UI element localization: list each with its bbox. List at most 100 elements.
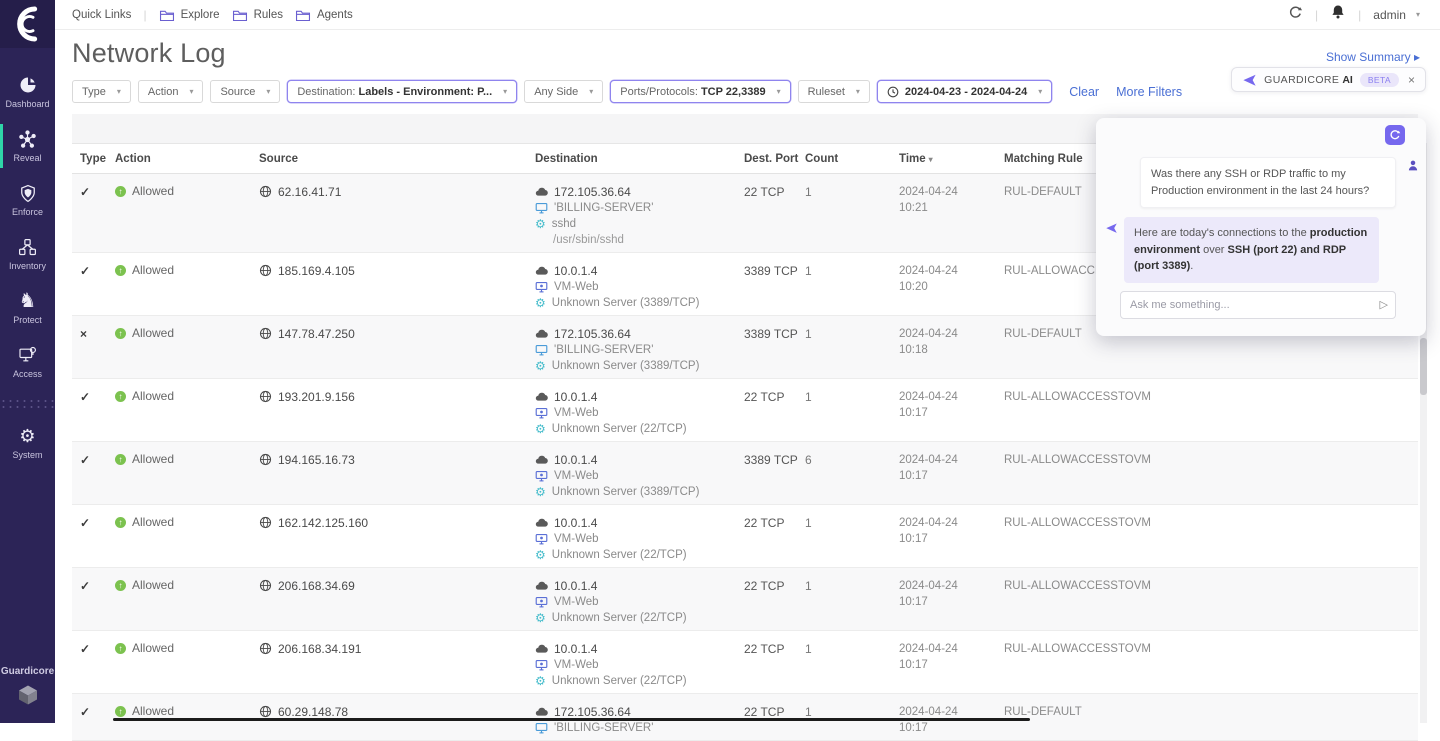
filter-ports-protocols[interactable]: Ports/Protocols: TCP 22,3389 ▾ [610, 80, 790, 103]
refresh-icon [1288, 5, 1303, 20]
dest-ip-line: 10.0.1.4 [535, 452, 744, 468]
col-header-time[interactable]: Time▾ [899, 153, 1004, 165]
filter-label: Ports/Protocols: TCP 22,3389 [620, 86, 765, 98]
action-label: Allowed [132, 704, 174, 718]
type-mark: ✓ [80, 704, 115, 736]
globe-icon [259, 390, 272, 403]
process-gear-icon: ⚙ [535, 297, 546, 309]
allowed-icon: ↑ [115, 265, 126, 276]
sidebar-item-system[interactable]: ⚙ System [0, 425, 55, 460]
sidebar-item-dashboard[interactable]: Dashboard [0, 74, 55, 109]
source-ip: 185.169.4.105 [278, 263, 355, 279]
time-date: 2024-04-24 [899, 641, 1004, 657]
globe-icon [259, 642, 272, 655]
dest-host-icon [535, 281, 548, 293]
ai-chat-input[interactable] [1120, 291, 1396, 319]
time-clock: 10:17 [899, 594, 1004, 610]
close-icon[interactable]: × [1408, 73, 1415, 87]
time-date: 2024-04-24 [899, 389, 1004, 405]
action-cell: ↑ Allowed [115, 641, 259, 689]
process-gear-icon: ⚙ [535, 486, 546, 498]
refresh-button[interactable] [1288, 5, 1303, 25]
dest-port-cell: 22 TCP [744, 515, 805, 563]
filter-date-range[interactable]: 2024-04-23 - 2024-04-24 ▾ [877, 80, 1052, 103]
sidebar-item-reveal[interactable]: Reveal [0, 128, 55, 163]
col-header-destination[interactable]: Destination [535, 153, 744, 165]
send-icon[interactable]: ▷ [1380, 298, 1388, 311]
filter-any-side[interactable]: Any Side▾ [524, 80, 603, 103]
nav-rules[interactable]: Rules [232, 9, 283, 21]
source-ip: 147.78.47.250 [278, 326, 355, 342]
more-filters-link[interactable]: More Filters [1116, 85, 1182, 99]
allowed-icon: ↑ [115, 580, 126, 591]
sidebar-item-inventory[interactable]: Inventory [0, 236, 55, 271]
restart-icon [1389, 129, 1401, 141]
chevron-down-icon: ▾ [503, 87, 507, 96]
notifications-button[interactable] [1330, 4, 1346, 25]
table-row[interactable]: ✓ ↑ Allowed 193.201.9.156 10.0.1.4 [72, 379, 1418, 442]
col-header-source[interactable]: Source [259, 153, 535, 165]
dest-host-line: VM-Web [535, 468, 744, 484]
guardicore-ai-badge[interactable]: GUARDICORE AI BETA × [1231, 67, 1426, 92]
process-gear-icon: ⚙ [535, 675, 546, 687]
filter-destination[interactable]: Destination: Labels - Environment: P... … [287, 80, 517, 103]
dest-process-label: Unknown Server (3389/TCP) [552, 486, 700, 498]
source-ip: 62.16.41.71 [278, 184, 341, 200]
col-header-action[interactable]: Action [115, 153, 259, 165]
dest-ip: 10.0.1.4 [554, 642, 597, 656]
table-row[interactable]: ✓ ↑ Allowed 194.165.16.73 10.0.1.4 [72, 442, 1418, 505]
dest-host-icon [535, 533, 548, 545]
dest-host-icon [535, 722, 548, 734]
nav-explore[interactable]: Explore [159, 9, 220, 21]
col-header-dest-port[interactable]: Dest. Port [744, 153, 805, 165]
globe-icon [259, 185, 272, 198]
filter-ruleset[interactable]: Ruleset▾ [798, 80, 870, 103]
table-row[interactable]: ✓ ↑ Allowed 206.168.34.69 10.0.1.4 [72, 568, 1418, 631]
sidebar-item-enforce[interactable]: Enforce [0, 182, 55, 217]
time-clock: 10:17 [899, 531, 1004, 547]
table-row[interactable]: ✓ ↑ Allowed 162.142.125.160 10.0.1.4 [72, 505, 1418, 568]
filter-action[interactable]: Action▾ [138, 80, 204, 103]
time-date: 2024-04-24 [899, 578, 1004, 594]
inventory-nodes-icon [0, 236, 55, 258]
sidebar-item-label: Protect [0, 315, 55, 325]
dest-process-label: Unknown Server (22/TCP) [552, 612, 687, 624]
filter-type[interactable]: Type▾ [72, 80, 131, 103]
dest-host-line: VM-Web [535, 531, 744, 547]
sidebar-item-protect[interactable]: ♞ Protect [0, 290, 55, 325]
action-cell: ↑ Allowed [115, 515, 259, 563]
scrollbar-thumb[interactable] [1420, 338, 1427, 395]
quick-links[interactable]: Quick Links [72, 9, 131, 21]
user-menu[interactable]: admin ▾ [1373, 8, 1420, 22]
sort-desc-icon: ▾ [929, 155, 933, 164]
gear-icon: ⚙ [0, 425, 55, 447]
action-label: Allowed [132, 515, 174, 529]
dest-ip-line: 10.0.1.4 [535, 389, 744, 405]
dest-host-line: VM-Web [535, 594, 744, 610]
filter-source[interactable]: Source▾ [210, 80, 280, 103]
show-summary-link[interactable]: Show Summary ▸ [1326, 50, 1420, 64]
action-label: Allowed [132, 326, 174, 340]
sidebar-item-access[interactable]: Access [0, 344, 55, 379]
col-header-type[interactable]: Type [80, 153, 115, 165]
col-header-count[interactable]: Count [805, 153, 899, 165]
globe-icon [259, 327, 272, 340]
clear-filters-link[interactable]: Clear [1069, 85, 1099, 99]
dest-process-label: Unknown Server (3389/TCP) [552, 297, 700, 309]
filter-bar: Type▾ Action▾ Source▾ Destination: Label… [72, 80, 1182, 103]
dest-process-line: ⚙ Unknown Server (3389/TCP) [535, 295, 744, 311]
matching-rule-cell: RUL-DEFAULT [1004, 704, 1418, 736]
time-cell: 2024-04-24 10:20 [899, 263, 1004, 311]
ai-response-bubble: Here are today's connections to the prod… [1124, 217, 1379, 283]
dest-host-label: 'BILLING-SERVER' [554, 722, 653, 734]
akamai-logo[interactable] [0, 0, 55, 48]
sidebar-item-label: Inventory [0, 261, 55, 271]
nav-agents[interactable]: Agents [295, 9, 353, 21]
akamai-swoosh-icon [8, 4, 48, 44]
nav-label: Rules [254, 9, 283, 21]
table-row[interactable]: ✓ ↑ Allowed 206.168.34.191 10.0.1.4 [72, 631, 1418, 694]
globe-icon [259, 453, 272, 466]
action-label: Allowed [132, 263, 174, 277]
time-cell: 2024-04-24 10:17 [899, 389, 1004, 437]
restart-conversation-button[interactable] [1385, 125, 1405, 145]
